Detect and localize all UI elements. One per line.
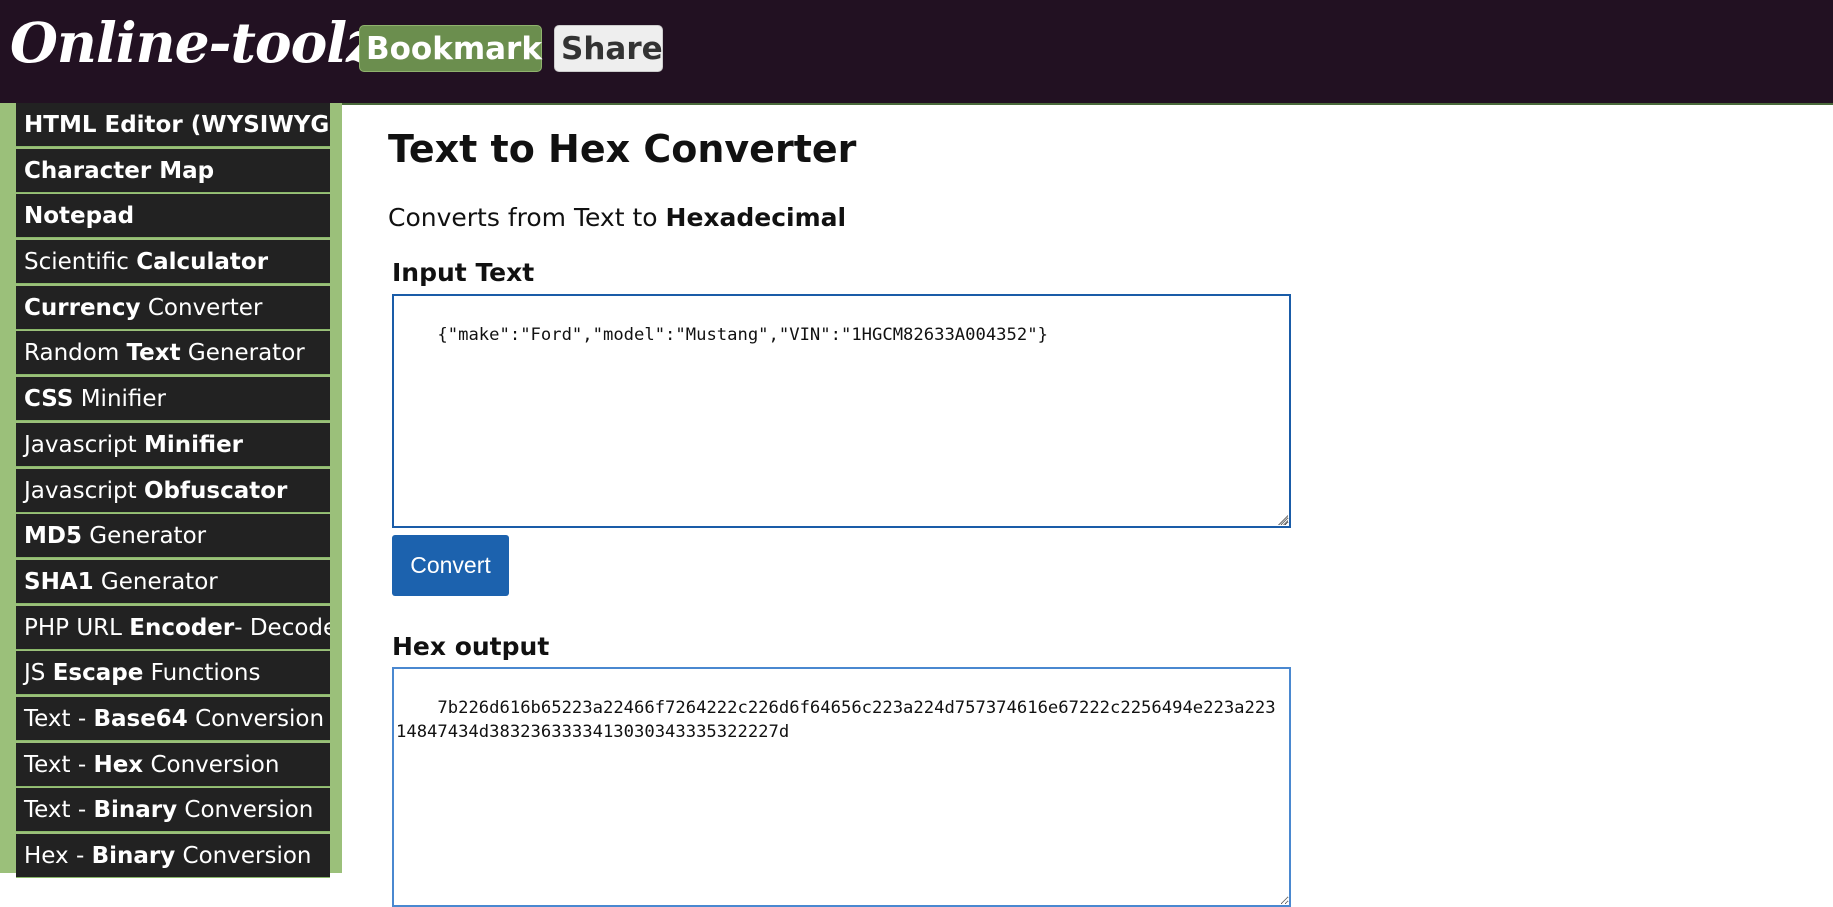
sidebar-item-label: Converter: [140, 294, 263, 321]
output-label: Hex output: [392, 632, 550, 661]
input-label: Input Text: [392, 258, 535, 287]
sidebar-item-label: Conversion: [187, 705, 325, 732]
sidebar-item[interactable]: Notepad: [16, 194, 330, 239]
sidebar-nav: HTML Editor (WYSIWYG) Character Map Notepa…: [16, 103, 330, 880]
sidebar-item[interactable]: Javascript Minifier: [16, 422, 330, 467]
subtitle-text: Converts from Text to: [388, 203, 666, 232]
sidebar-item-label: PHP URL: [24, 614, 130, 641]
sidebar-item-label: Text -: [24, 797, 94, 824]
sidebar-item-label-bold: Notepad: [24, 203, 135, 230]
sidebar-item-label: Text -: [24, 705, 94, 732]
sidebar-item-label-bold: CSS: [24, 386, 74, 413]
sidebar-item[interactable]: Text - Hex Conversion: [16, 742, 330, 787]
sidebar-item-label: Javascript: [24, 431, 144, 458]
sidebar-item-label-bold: Binary: [93, 797, 178, 824]
sidebar-item-label: Minifier: [73, 386, 167, 413]
top-bar: Online-toolz Bookmark Share: [0, 0, 1833, 105]
sidebar-item-label-bold: Hex: [93, 751, 144, 778]
sidebar-item-label-bold: Binary: [91, 843, 176, 869]
sidebar-item-label: JS: [24, 660, 53, 687]
convert-button[interactable]: Convert: [392, 535, 509, 596]
sidebar-item-label-bold: Escape: [52, 660, 144, 687]
input-text: {"make":"Ford","model":"Mustang","VIN":"…: [437, 325, 1048, 345]
sidebar-item-label: Generator: [180, 340, 305, 367]
sidebar-item-label-bold: Base64: [93, 705, 188, 732]
sidebar-item[interactable]: Currency Converter: [16, 285, 330, 330]
sidebar-item-label: Conversion: [143, 751, 280, 778]
sidebar-item-label: Scientific: [24, 249, 137, 276]
sidebar-item-label: Generator: [93, 568, 218, 595]
sidebar-item-label: Conversion: [175, 843, 312, 869]
sidebar-item-label: Javascript: [24, 477, 144, 504]
sidebar-item[interactable]: CSS Minifier: [16, 377, 330, 422]
resize-handle[interactable]: [1278, 515, 1288, 525]
sidebar-item-label-bold: MD5: [24, 523, 82, 550]
sidebar-item-label-bold: SHA1: [24, 568, 94, 595]
sidebar-item-label-bold: Minifier: [144, 431, 244, 458]
subtitle-bold: Hexadecimal: [665, 203, 847, 232]
sidebar-item-label: Hex -: [24, 843, 92, 869]
sidebar-item-label: Functions: [143, 660, 261, 687]
sidebar-item-label-bold: Obfuscator: [144, 477, 288, 504]
output-textarea[interactable]: 7b226d616b65223a22466f7264222c226d6f6465…: [392, 667, 1291, 907]
input-textarea[interactable]: {"make":"Ford","model":"Mustang","VIN":"…: [392, 294, 1291, 528]
sidebar-item[interactable]: Hex - Binary Conversion: [16, 834, 330, 878]
sidebar-item-label-bold: Currency: [24, 294, 141, 321]
sidebar-item-label-bold: Encoder: [129, 614, 235, 641]
sidebar-item[interactable]: MD5 Generator: [16, 514, 330, 559]
page-subtitle: Converts from Text to Hexadecimal: [388, 203, 846, 232]
sidebar-item[interactable]: Random Text Generator: [16, 331, 330, 376]
bookmark-button[interactable]: Bookmark: [359, 25, 542, 72]
site-logo[interactable]: Online-toolz: [10, 10, 377, 75]
page-title: Text to Hex Converter: [388, 127, 857, 171]
sidebar-item[interactable]: PHP URL Encoder- Decoder: [16, 605, 330, 650]
sidebar-item[interactable]: Javascript Obfuscator: [16, 468, 330, 513]
sidebar-item-label: - Decoder: [234, 614, 330, 641]
sidebar-item-label-bold: Calculator: [136, 249, 269, 276]
sidebar-item-label-bold: HTML Editor (WYSIWYG): [24, 112, 330, 138]
sidebar-item[interactable]: Character Map: [16, 148, 330, 193]
sidebar-item[interactable]: Text - Binary Conversion: [16, 788, 330, 833]
sidebar-item-label: Random: [24, 340, 127, 367]
sidebar-item[interactable]: Text - Base64 Conversion: [16, 696, 330, 741]
sidebar-item[interactable]: JS Escape Functions: [16, 651, 330, 696]
sidebar-item-label: Generator: [81, 523, 207, 550]
sidebar-item-label-bold: Character Map: [24, 157, 215, 184]
output-text: 7b226d616b65223a22466f7264222c226d6f6465…: [396, 698, 1276, 742]
sidebar-item[interactable]: Scientific Calculator: [16, 240, 330, 285]
share-button[interactable]: Share: [554, 25, 663, 72]
sidebar-item-label-bold: Text: [126, 340, 181, 367]
sidebar-item[interactable]: SHA1 Generator: [16, 559, 330, 604]
sidebar-item-label: Text -: [24, 751, 94, 778]
sidebar-item[interactable]: HTML Editor (WYSIWYG): [16, 103, 330, 147]
sidebar-item-label: Conversion: [177, 797, 314, 824]
